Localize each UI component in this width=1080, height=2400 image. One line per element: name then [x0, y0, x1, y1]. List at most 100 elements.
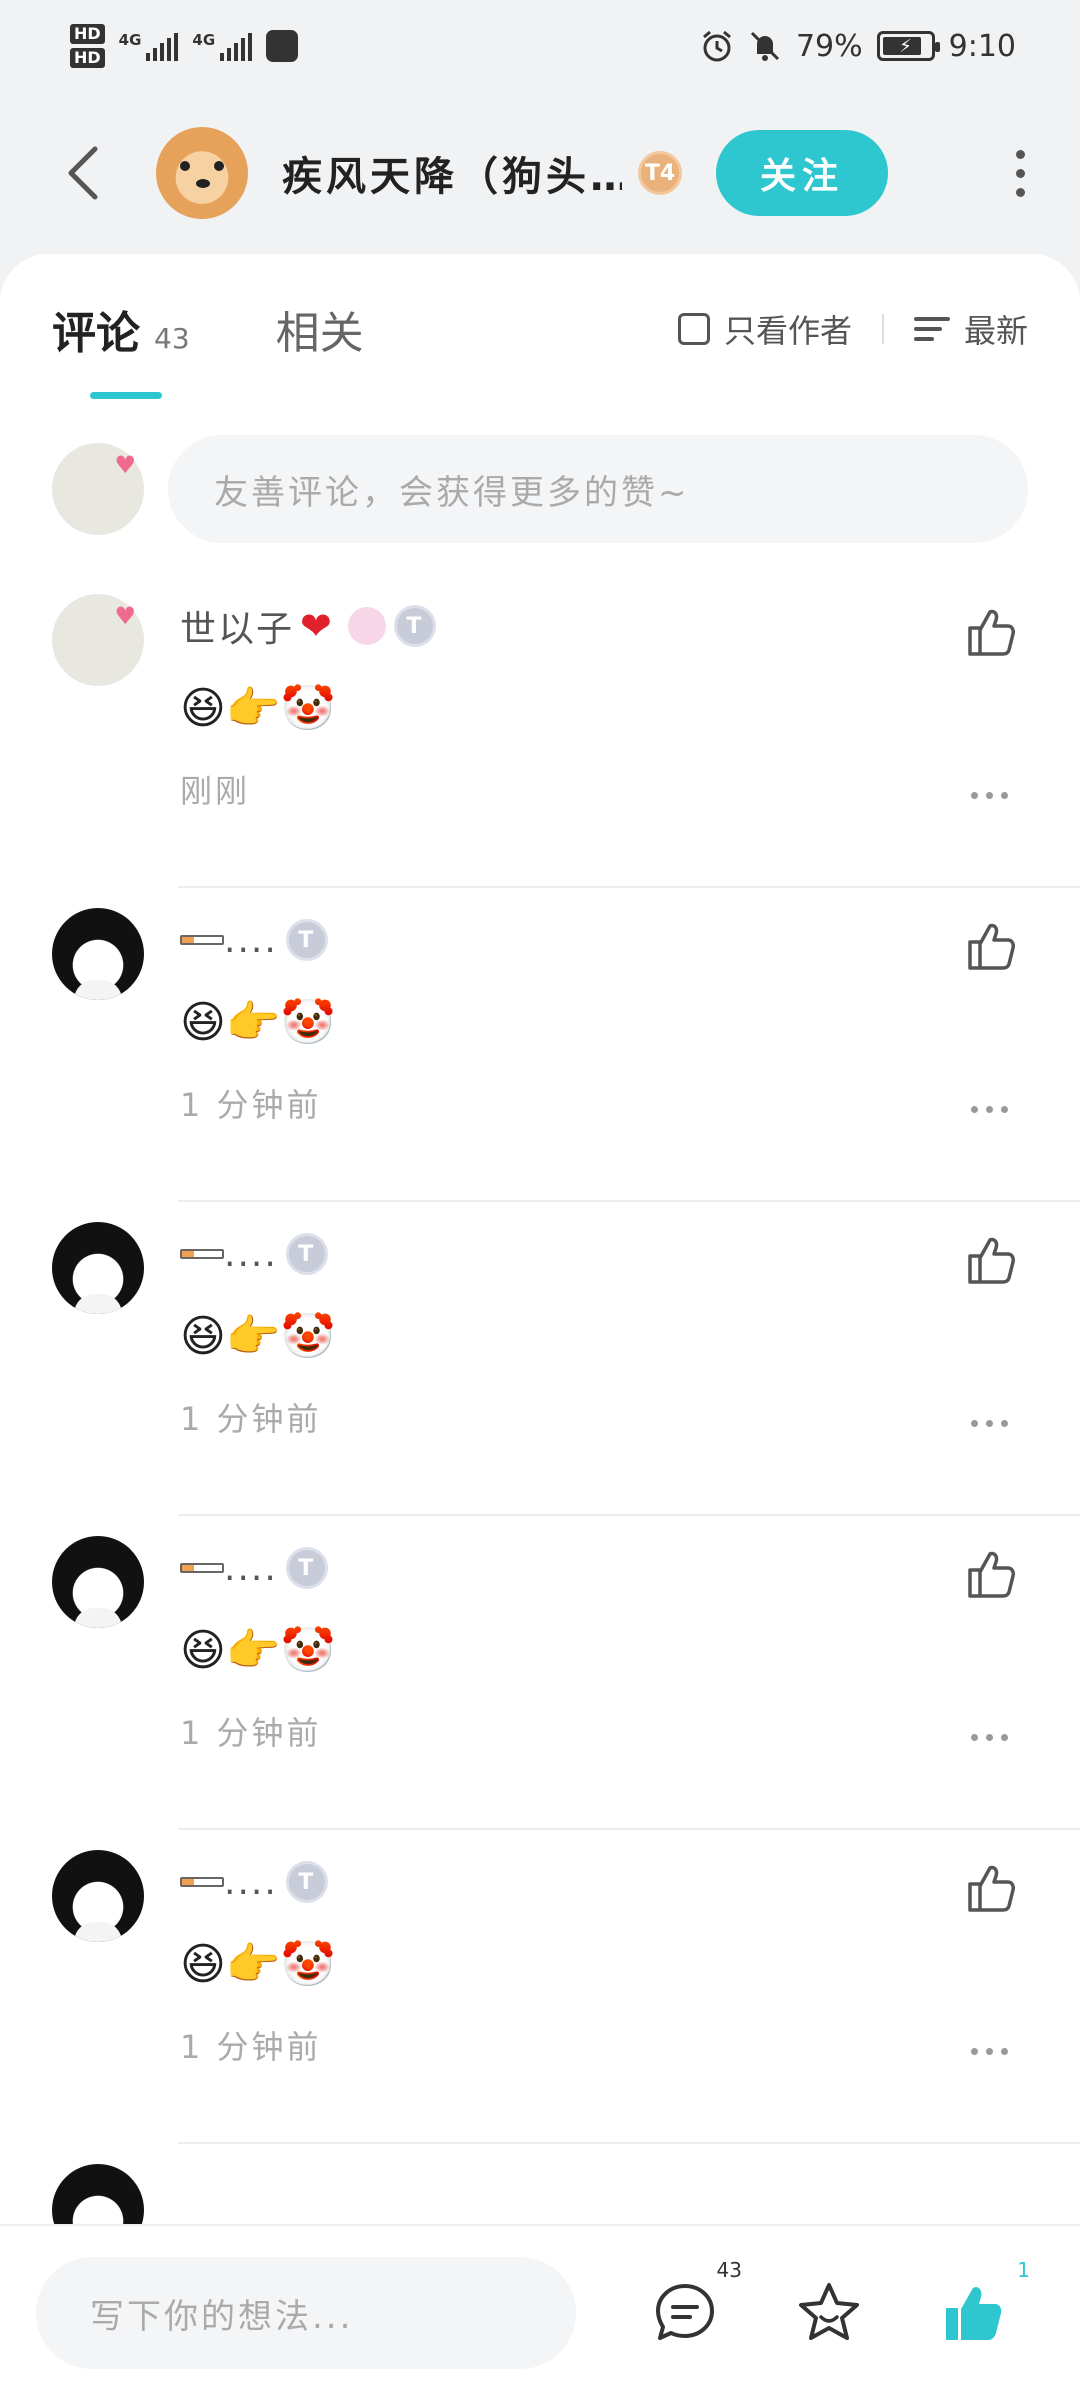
tab-related[interactable]: 相关: [276, 297, 364, 361]
star-icon: [799, 2283, 859, 2340]
tool-divider: [881, 314, 884, 344]
tab-related-label: 相关: [275, 308, 364, 359]
status-right: 79% ⚡ 9:10: [700, 29, 1016, 64]
comment-bubble-icon: [656, 2284, 714, 2340]
battery-percent: 79%: [795, 28, 863, 64]
post-header: 疾风天降（狗头… T4 关注: [0, 92, 1080, 254]
my-avatar: ♥: [52, 443, 144, 535]
author-name[interactable]: 疾风天降（狗头…: [282, 144, 622, 202]
comment-author-name: ....: [224, 1233, 278, 1275]
level-badge: T4: [638, 151, 682, 195]
heart-icon: ♥: [114, 451, 136, 479]
comment-text: 😆👉🤡: [180, 997, 336, 1048]
comment-author-name: ....: [224, 919, 278, 961]
heart-icon: ♥: [114, 602, 136, 630]
hd-badges: HD HD: [70, 24, 105, 68]
comment-avatar[interactable]: [52, 2164, 144, 2224]
hd-badge-1: HD: [70, 24, 105, 44]
back-button[interactable]: [52, 133, 112, 213]
status-left: HD HD 4G 4G: [70, 24, 299, 68]
more-options-button[interactable]: [1000, 133, 1040, 213]
comment-body: 世以子 ❤ T 😆👉🤡 刚刚: [180, 596, 1028, 812]
like-post-button[interactable]: 1: [938, 2258, 1030, 2348]
comment-input-row: ♥ 友善评论，会获得更多的赞~: [0, 404, 1080, 574]
network-type-1: 4G: [118, 31, 142, 49]
comment-item: .... T 😆👉🤡 1 分钟前: [0, 1516, 1080, 1830]
tab-bar: 评论 43 相关 只看作者 最新: [0, 254, 1080, 404]
comment-more-button[interactable]: [971, 1734, 1008, 1741]
comment-more-button[interactable]: [971, 1106, 1008, 1113]
cigarette-icon: [180, 1249, 224, 1259]
comment-author[interactable]: .... T: [180, 1224, 1028, 1284]
active-tab-indicator: [90, 392, 162, 399]
anime-sticker-icon: [347, 607, 386, 645]
author-only-checkbox[interactable]: [677, 313, 710, 345]
battery-icon: ⚡: [876, 31, 940, 61]
comment-body: .... T 😆👉🤡 1 分钟前: [180, 1224, 1028, 1440]
follow-button[interactable]: 关注: [716, 130, 888, 216]
comment-author[interactable]: .... T: [180, 1852, 1028, 1912]
comment-item: .... T 😆👉🤡 1 分钟前: [0, 1202, 1080, 1516]
thumbs-up-filled-icon: [946, 2287, 1002, 2340]
comment-time: 1 分钟前: [180, 1400, 322, 1438]
comments-panel: 评论 43 相关 只看作者 最新 ♥ 友善评论，会获得更多的赞~ ♥ 世以子 ❤…: [0, 254, 1080, 2224]
cigarette-icon: [180, 1563, 224, 1573]
comment-author-name: 世以子: [180, 609, 295, 650]
sort-icon[interactable]: [913, 317, 950, 341]
hd-badge-2: HD: [70, 48, 105, 68]
comment-count: 43: [716, 2258, 742, 2282]
author-only-label[interactable]: 只看作者: [724, 306, 852, 352]
user-level-badge: T: [285, 1233, 328, 1275]
comment-more-button[interactable]: [971, 1420, 1008, 1427]
status-bar: HD HD 4G 4G 79% ⚡ 9:10: [0, 0, 1080, 92]
comment-more-button[interactable]: [971, 2048, 1008, 2055]
comment-item: ♥ 世以子 ❤ T 😆👉🤡 刚刚: [0, 574, 1080, 888]
comment-avatar[interactable]: [52, 1850, 144, 1942]
thumbs-up-icon[interactable]: [962, 604, 1018, 660]
comment-avatar[interactable]: [52, 1222, 144, 1314]
thumbs-up-icon[interactable]: [962, 1546, 1018, 1602]
comment-text: 😆👉🤡: [180, 1939, 336, 1990]
comment-input[interactable]: 友善评论，会获得更多的赞~: [168, 435, 1028, 543]
cigarette-icon: [180, 1877, 224, 1887]
tab-comments-label: 评论: [52, 308, 140, 359]
thumbs-up-icon[interactable]: [962, 918, 1018, 974]
comment-avatar[interactable]: ♥: [52, 594, 144, 686]
like-count: 1: [1017, 2258, 1030, 2282]
mute-icon: [750, 31, 779, 61]
user-level-badge: T: [393, 605, 436, 647]
comment-item: .... T 😆👉🤡 1 分钟前: [0, 888, 1080, 1202]
reply-input[interactable]: 写下你的想法...: [36, 2257, 576, 2369]
comment-body: .... T 😆👉🤡 1 分钟前: [180, 1538, 1028, 1754]
bottom-action-bar: 写下你的想法... 43 1: [0, 2224, 1080, 2400]
comment-text: 😆👉🤡: [180, 1625, 336, 1676]
comment-time: 1 分钟前: [180, 1714, 322, 1752]
comment-avatar[interactable]: [52, 1536, 144, 1628]
comment-more-button[interactable]: [971, 792, 1008, 799]
user-level-badge: T: [285, 919, 328, 961]
network-type-2: 4G: [192, 31, 216, 49]
comment-body: .... T 😆👉🤡 1 分钟前: [180, 910, 1028, 1126]
comment-item-partial: [0, 2144, 1080, 2224]
sort-label[interactable]: 最新: [964, 306, 1028, 352]
comment-author[interactable]: .... T: [180, 910, 1028, 970]
comment-avatar[interactable]: [52, 908, 144, 1000]
thumbs-up-icon[interactable]: [962, 1232, 1018, 1288]
comment-author-name: ....: [224, 1547, 278, 1589]
tab-comments-count: 43: [154, 322, 190, 355]
signal-icon: 4G: [119, 31, 179, 61]
user-level-badge: T: [285, 1861, 328, 1903]
comment-text: 😆👉🤡: [180, 1311, 336, 1362]
clock: 9:10: [948, 28, 1016, 64]
author-avatar[interactable]: [156, 127, 248, 219]
red-heart-icon: ❤: [300, 604, 334, 648]
comment-author[interactable]: 世以子 ❤ T: [180, 596, 1028, 656]
favorite-button[interactable]: [794, 2278, 864, 2348]
thumbs-up-icon[interactable]: [962, 1860, 1018, 1916]
comment-time: 1 分钟前: [180, 2028, 322, 2066]
tab-comments[interactable]: 评论 43: [52, 297, 190, 361]
comment-button[interactable]: 43: [650, 2258, 742, 2348]
comment-body: .... T 😆👉🤡 1 分钟前: [180, 1852, 1028, 2068]
comment-time: 1 分钟前: [180, 1086, 322, 1124]
comment-author[interactable]: .... T: [180, 1538, 1028, 1598]
